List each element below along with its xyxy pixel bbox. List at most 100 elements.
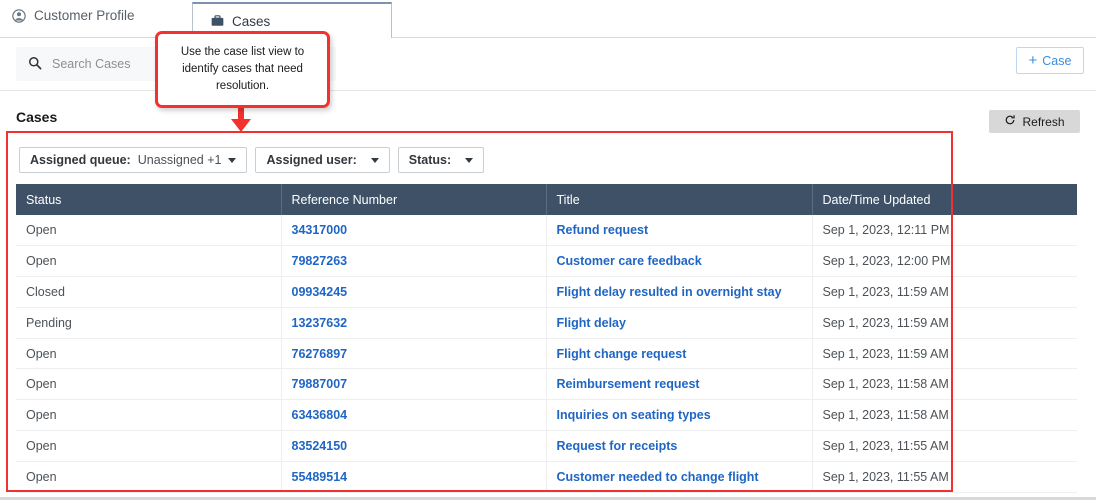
- annotation-callout: Use the case list view to identify cases…: [155, 31, 330, 108]
- column-header-reference[interactable]: Reference Number: [281, 184, 546, 215]
- title-link[interactable]: Request for receipts: [557, 439, 678, 453]
- filter-assigned-user[interactable]: Assigned user:: [255, 147, 389, 173]
- cell-status: Pending: [16, 307, 281, 338]
- table-row: Open55489514Customer needed to change fl…: [16, 461, 1077, 492]
- cell-spacer: [952, 338, 1077, 369]
- filter-assigned-queue-value: Unassigned +1: [138, 153, 222, 167]
- cell-status: Open: [16, 246, 281, 277]
- cell-spacer: [952, 215, 1077, 246]
- reference-link[interactable]: 34317000: [292, 223, 348, 237]
- cases-table-head: Status Reference Number Title Date/Time …: [16, 184, 1077, 215]
- cell-updated: Sep 1, 2023, 12:00 PM: [812, 246, 952, 277]
- table-row: Open 76276897 Flight change request Sep 1, …: [16, 338, 1077, 369]
- cell-reference: 76276897: [281, 338, 546, 369]
- cell-spacer: [952, 369, 1077, 400]
- cell-title: Customer care feedback: [546, 246, 812, 277]
- annotation-arrow-icon: [231, 106, 251, 132]
- cell-updated: Sep 1, 2023, 11:59 AM: [812, 277, 952, 308]
- reference-link[interactable]: 13237632: [292, 316, 348, 330]
- cell-status: Open: [16, 215, 281, 246]
- table-header-row: Status Reference Number Title Date/Time …: [16, 184, 1077, 215]
- column-header-updated[interactable]: Date/Time Updated: [812, 184, 952, 215]
- filter-assigned-queue-label: Assigned queue:: [30, 153, 131, 167]
- title-link[interactable]: Inquiries on seating types: [557, 408, 711, 422]
- cell-reference: 63436804: [281, 400, 546, 431]
- cases-page: Customer Profile Cases Search Cases: [0, 0, 1096, 500]
- reference-link[interactable]: 79887007: [292, 377, 348, 391]
- title-link[interactable]: Reimbursement request: [557, 377, 700, 391]
- cell-spacer: [952, 461, 1077, 492]
- cell-title: Refund request: [546, 215, 812, 246]
- chevron-down-icon: [371, 158, 379, 163]
- add-case-label: Case: [1042, 54, 1071, 68]
- cell-updated: Sep 1, 2023, 12:11 PM: [812, 215, 952, 246]
- filter-bar: Assigned queue: Unassigned +1 Assigned u…: [19, 147, 484, 173]
- table-row: Pending 13237632 Flight delay Sep 1, 2023, …: [16, 307, 1077, 338]
- title-link[interactable]: Flight delay: [557, 316, 626, 330]
- filter-assigned-queue[interactable]: Assigned queue: Unassigned +1: [19, 147, 247, 173]
- title-link[interactable]: Flight delay resulted in overnight stay: [557, 285, 782, 299]
- cell-spacer: [952, 431, 1077, 462]
- cell-status: Open: [16, 400, 281, 431]
- cell-spacer: [952, 246, 1077, 277]
- cell-title: Flight change request: [546, 338, 812, 369]
- cell-updated: Sep 1, 2023, 11:59 AM: [812, 338, 952, 369]
- title-link[interactable]: Refund request: [557, 223, 649, 237]
- tab-customer-profile-label: Customer Profile: [34, 8, 135, 23]
- cell-reference: 09934245: [281, 277, 546, 308]
- cell-title: Inquiries on seating types: [546, 400, 812, 431]
- tab-customer-profile[interactable]: Customer Profile: [12, 8, 135, 23]
- cell-updated: Sep 1, 2023, 11:55 AM: [812, 431, 952, 462]
- title-link[interactable]: Customer care feedback: [557, 254, 702, 268]
- cell-spacer: [952, 400, 1077, 431]
- cell-reference: 83524150: [281, 431, 546, 462]
- filter-status-label: Status:: [409, 153, 451, 167]
- cases-table: Status Reference Number Title Date/Time …: [16, 184, 1077, 493]
- search-input-placeholder: Search Cases: [52, 57, 131, 71]
- reference-link[interactable]: 83524150: [292, 439, 348, 453]
- filter-status[interactable]: Status:: [398, 147, 484, 173]
- refresh-button[interactable]: Refresh: [989, 110, 1080, 133]
- cases-table-body: Open 34317000 Refund request Sep 1, 2023, 1…: [16, 215, 1077, 492]
- table-row: Open 79827263 Customer care feedback Sep 1,…: [16, 246, 1077, 277]
- reference-link[interactable]: 63436804: [292, 408, 348, 422]
- plus-icon: +: [1029, 53, 1038, 68]
- reference-link[interactable]: 09934245: [292, 285, 348, 299]
- cell-status: Open: [16, 369, 281, 400]
- table-row: Open 79887007 Reimbursement request Sep 1, …: [16, 369, 1077, 400]
- reference-link[interactable]: 55489514: [292, 470, 348, 484]
- cell-title: Flight delay resulted in overnight stay: [546, 277, 812, 308]
- cell-title: Request for receipts: [546, 431, 812, 462]
- chevron-down-icon: [228, 158, 236, 163]
- table-row: Open 63436804 Inquiries on seating types Se…: [16, 400, 1077, 431]
- user-circle-icon: [12, 9, 26, 23]
- cell-title: Flight delay: [546, 307, 812, 338]
- title-link[interactable]: Customer needed to change flight: [557, 470, 759, 484]
- column-header-title[interactable]: Title: [546, 184, 812, 215]
- cell-status: Open: [16, 338, 281, 369]
- cell-spacer: [952, 307, 1077, 338]
- column-header-status[interactable]: Status: [16, 184, 281, 215]
- cell-reference: 79827263: [281, 246, 546, 277]
- title-link[interactable]: Flight change request: [557, 347, 687, 361]
- refresh-label: Refresh: [1022, 115, 1064, 129]
- cell-title: Customer needed to change flight: [546, 461, 812, 492]
- reference-link[interactable]: 76276897: [292, 347, 348, 361]
- filter-assigned-user-label: Assigned user:: [266, 153, 356, 167]
- cell-reference: 55489514: [281, 461, 546, 492]
- refresh-icon: [1004, 114, 1016, 129]
- page-title: Cases: [16, 109, 57, 125]
- tab-cases-label: Cases: [232, 14, 270, 29]
- table-row: Open 83524150 Request for receipts Sep 1, 2…: [16, 431, 1077, 462]
- reference-link[interactable]: 79827263: [292, 254, 348, 268]
- add-case-button[interactable]: + Case: [1016, 47, 1084, 74]
- chevron-down-icon: [465, 158, 473, 163]
- table-row: Closed09934245Flight delay resulted in o…: [16, 277, 1077, 308]
- search-icon: [28, 56, 42, 73]
- table-row: Open 34317000 Refund request Sep 1, 2023, 1…: [16, 215, 1077, 246]
- briefcase-icon: [211, 15, 224, 27]
- cell-updated: Sep 1, 2023, 11:58 AM: [812, 369, 952, 400]
- cell-updated: Sep 1, 2023, 11:58 AM: [812, 400, 952, 431]
- cell-updated: Sep 1, 2023, 11:59 AM: [812, 307, 952, 338]
- cell-status: Open: [16, 431, 281, 462]
